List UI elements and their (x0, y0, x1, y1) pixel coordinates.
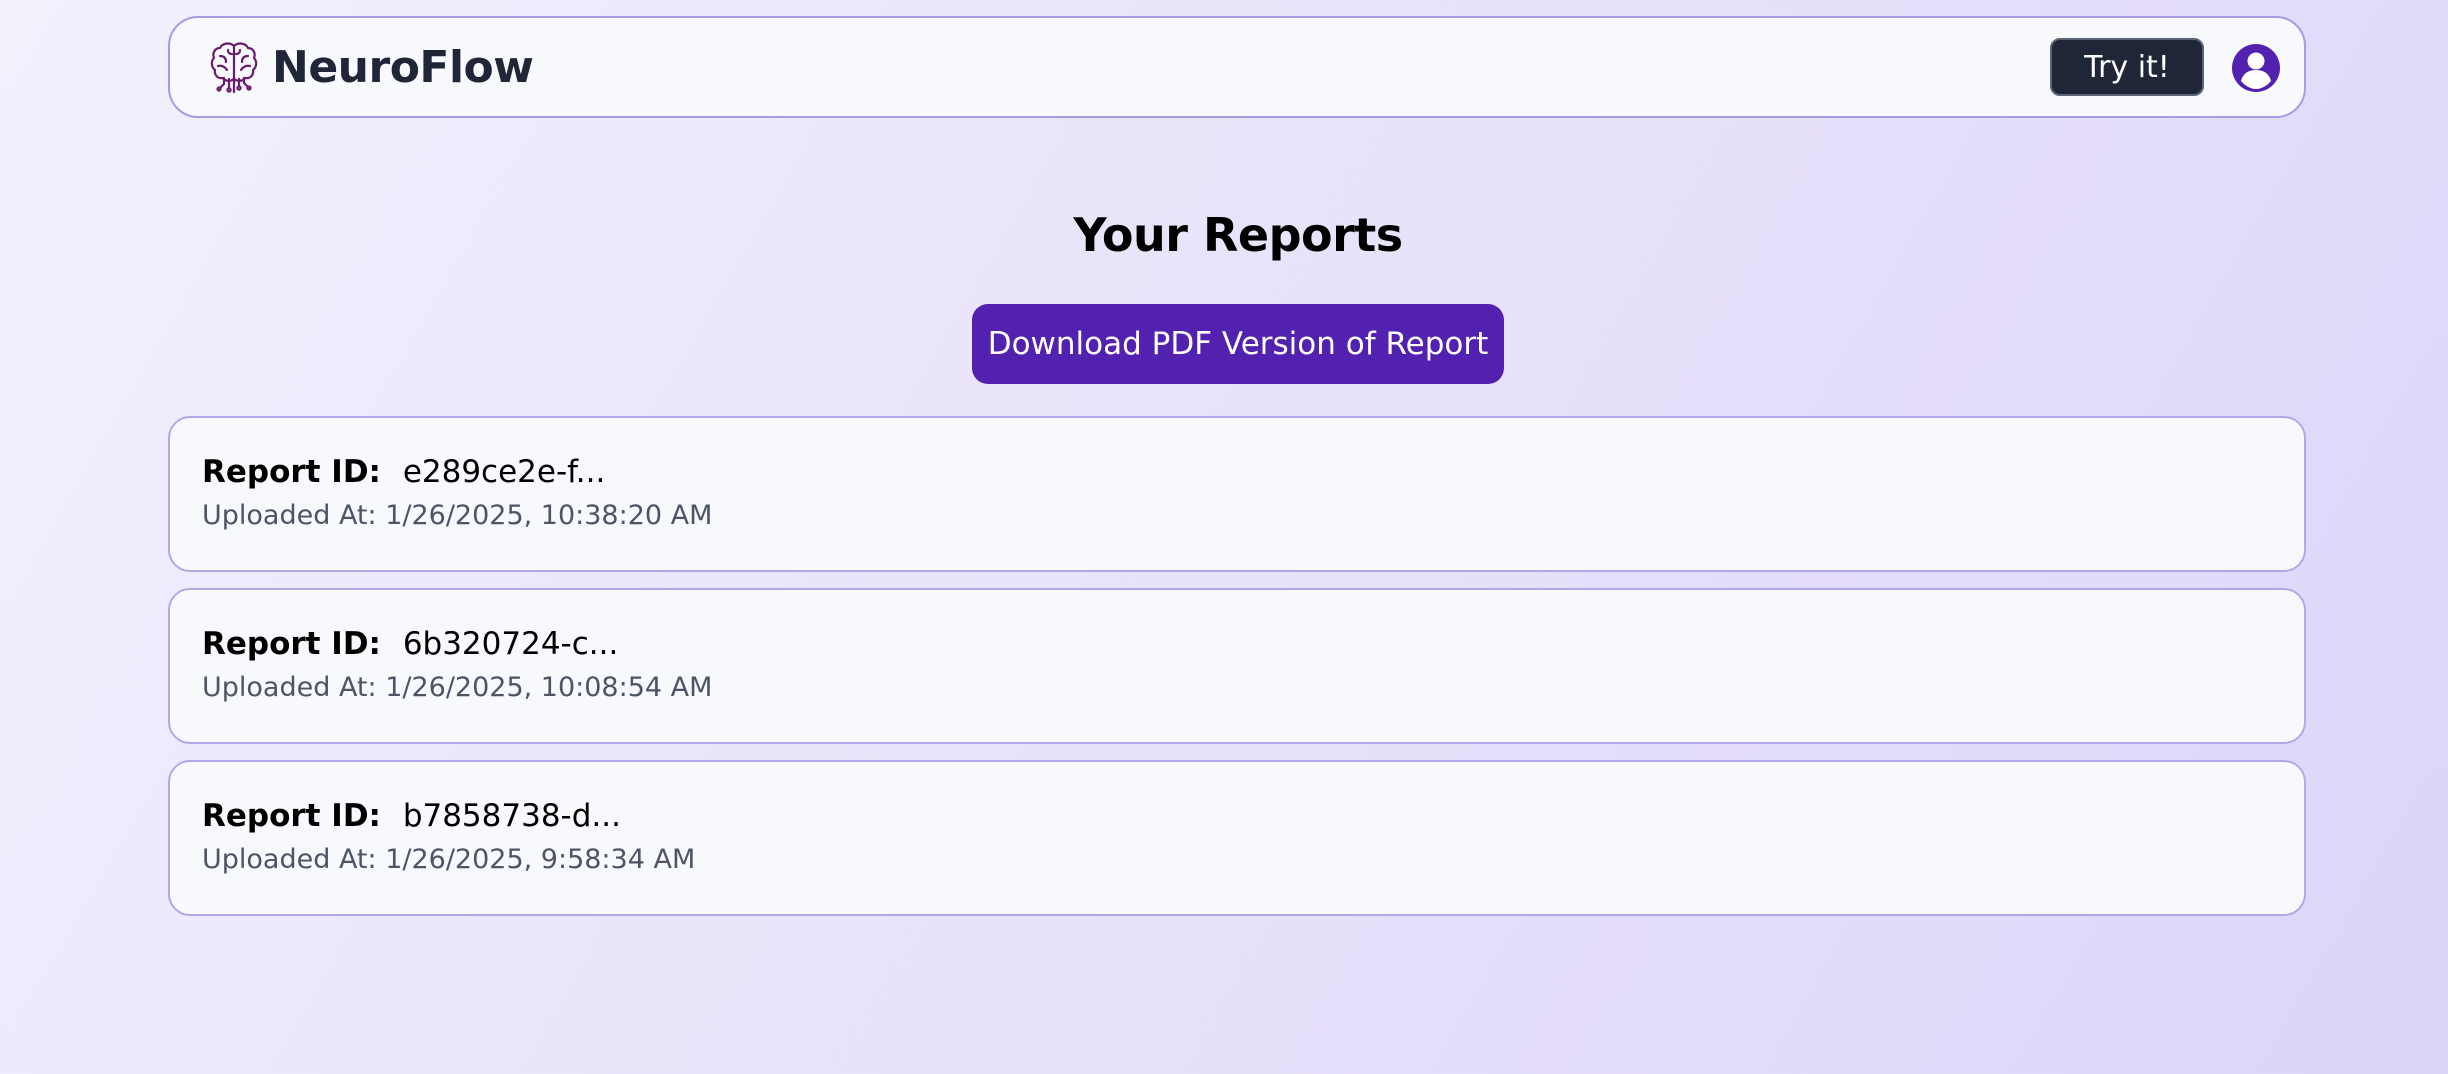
report-uploaded-at: Uploaded At: 1/26/2025, 9:58:34 AM (202, 844, 696, 875)
report-id-line: Report ID: b7858738-d... (202, 798, 621, 834)
brand-name: NeuroFlow (272, 41, 534, 93)
report-id-label: Report ID: (202, 798, 381, 834)
report-card[interactable]: Report ID: 6b320724-c... Uploaded At: 1/… (168, 588, 2306, 744)
report-id-label: Report ID: (202, 454, 381, 490)
brand[interactable]: NeuroFlow (210, 36, 534, 98)
report-card[interactable]: Report ID: e289ce2e-f... Uploaded At: 1/… (168, 416, 2306, 572)
download-pdf-button[interactable]: Download PDF Version of Report (972, 304, 1504, 384)
report-uploaded-at: Uploaded At: 1/26/2025, 10:08:54 AM (202, 672, 713, 703)
report-id-line: Report ID: e289ce2e-f... (202, 454, 605, 490)
report-id-label: Report ID: (202, 626, 381, 662)
brain-circuit-icon (210, 42, 258, 94)
try-it-button[interactable]: Try it! (2050, 38, 2204, 96)
report-id-line: Report ID: 6b320724-c... (202, 626, 618, 662)
report-card[interactable]: Report ID: b7858738-d... Uploaded At: 1/… (168, 760, 2306, 916)
top-navbar: NeuroFlow Try it! (168, 16, 2306, 118)
page-title: Your Reports (1073, 208, 1403, 262)
report-uploaded-at: Uploaded At: 1/26/2025, 10:38:20 AM (202, 500, 713, 531)
report-id-value: b7858738-d... (402, 798, 621, 834)
report-id-value: e289ce2e-f... (402, 454, 606, 490)
user-circle-icon[interactable] (2230, 42, 2282, 94)
report-id-value: 6b320724-c... (402, 626, 619, 662)
